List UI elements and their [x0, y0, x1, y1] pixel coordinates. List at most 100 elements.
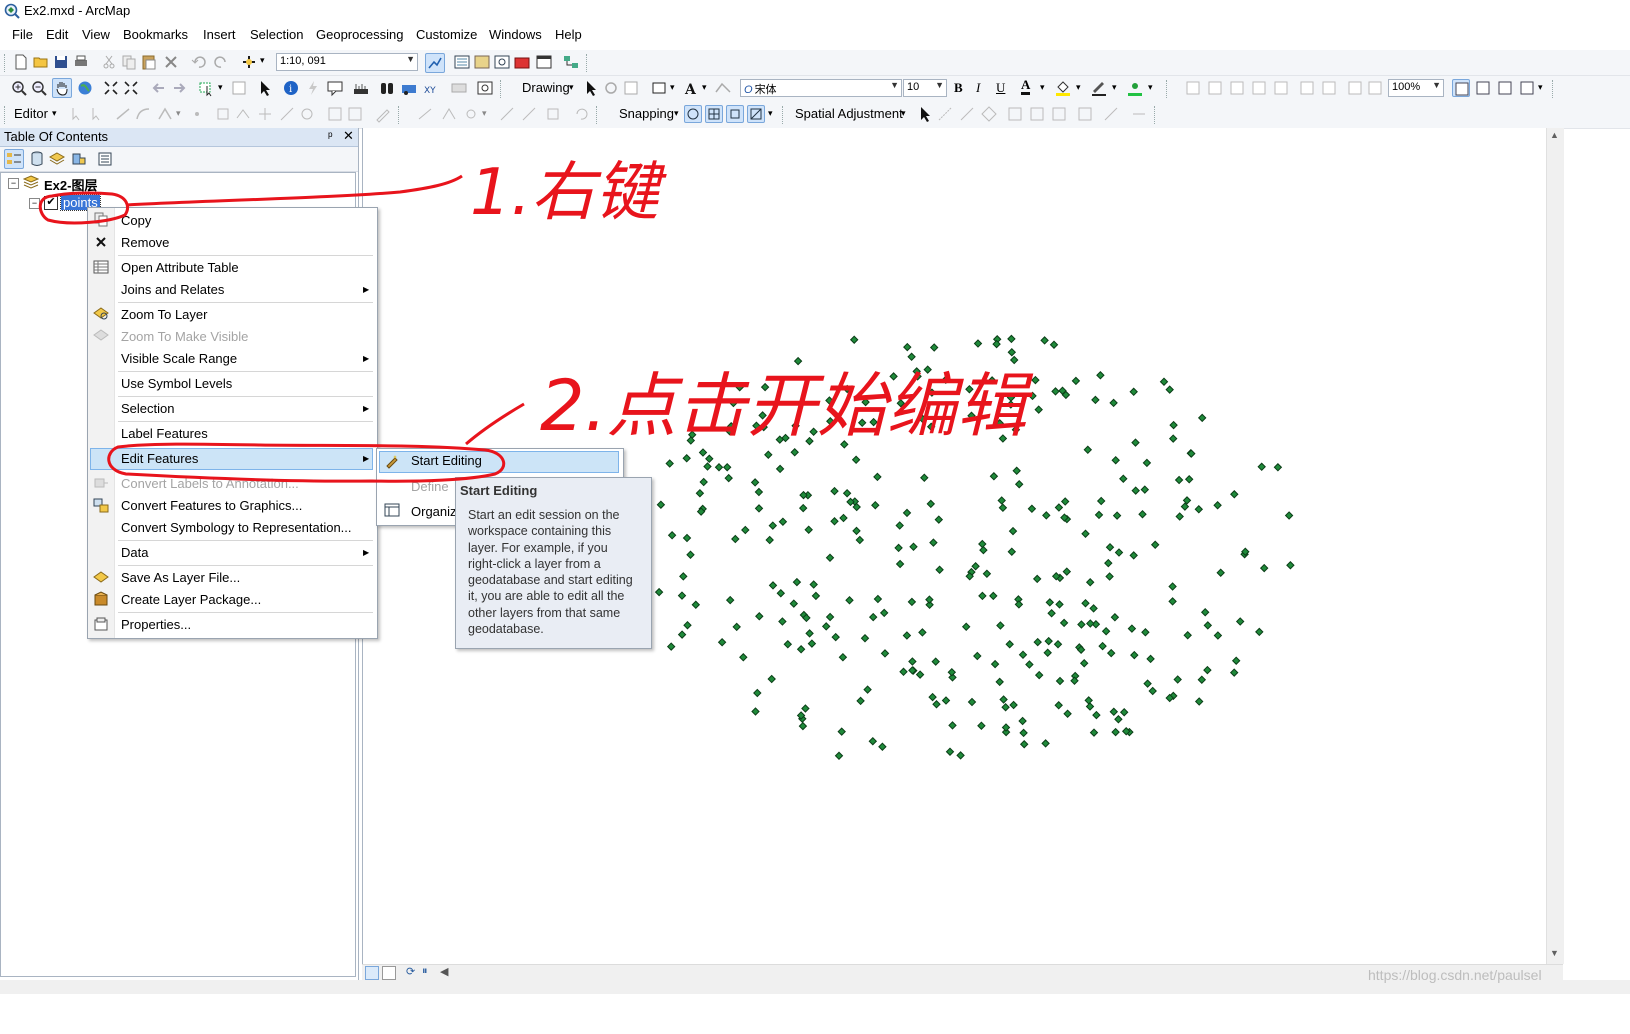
menu-item-use-symbol-levels[interactable]: Use Symbol Levels — [121, 376, 232, 391]
menu-item-save-as-layer-file[interactable]: Save As Layer File... — [121, 570, 240, 585]
measure-button[interactable] — [352, 79, 370, 97]
toggle-draft-mode-button[interactable] — [1452, 79, 1470, 97]
attributes-button[interactable] — [326, 105, 344, 123]
layout-view-button[interactable] — [382, 966, 396, 980]
list-by-source-button[interactable] — [28, 150, 46, 168]
change-layout-button[interactable] — [1496, 79, 1514, 97]
chevron-down-icon[interactable]: ▾ — [569, 82, 574, 93]
zoom-in-button[interactable] — [10, 79, 28, 97]
endpoint-arc-button[interactable] — [134, 105, 152, 123]
chevron-down-icon[interactable]: ▾ — [1112, 82, 1117, 93]
edge-match-button[interactable] — [1130, 105, 1148, 123]
collapse-layer-toggle[interactable]: − — [29, 198, 40, 209]
chevron-down-icon[interactable]: ▾ — [674, 108, 679, 119]
topology-edit-button[interactable] — [416, 105, 434, 123]
map-scale-combo[interactable]: 1:10, 091 ▼ — [276, 53, 418, 71]
chevron-down-icon[interactable]: ▾ — [1538, 82, 1543, 93]
bold-button[interactable]: B — [954, 80, 963, 96]
rectangle-tool-button[interactable] — [650, 79, 668, 97]
new-displacement-link-button[interactable] — [936, 105, 954, 123]
font-name-combo[interactable]: O 宋体 ▼ — [740, 79, 902, 97]
menu-geoprocessing[interactable]: Geoprocessing — [316, 27, 403, 42]
save-button[interactable] — [52, 53, 70, 71]
select-features-button[interactable] — [198, 79, 216, 97]
chevron-down-icon[interactable]: ▾ — [702, 82, 707, 93]
options-button[interactable] — [96, 150, 114, 168]
shared-features-button[interactable] — [462, 105, 480, 123]
submenu-organize-templates[interactable]: Organiz — [411, 504, 457, 519]
pin-icon[interactable]: ᵖ — [328, 129, 333, 143]
select-elements-button[interactable] — [256, 79, 274, 97]
toolbar-grip[interactable] — [398, 106, 402, 124]
chevron-down-icon[interactable]: ▾ — [670, 82, 675, 93]
chevron-down-icon[interactable]: ▾ — [52, 108, 57, 119]
toolbar-grip[interactable] — [500, 80, 504, 98]
chevron-down-icon[interactable]: ▾ — [768, 108, 773, 119]
redo-button[interactable] — [212, 53, 230, 71]
edge-snapping-button[interactable] — [747, 105, 765, 123]
line-color-button[interactable] — [1090, 79, 1108, 97]
back-extent-button[interactable] — [150, 79, 168, 97]
vertex-snapping-button[interactable] — [726, 105, 744, 123]
split-tool-button[interactable] — [278, 105, 296, 123]
spatial-select-button[interactable] — [916, 105, 934, 123]
toolbar-grip[interactable] — [586, 54, 590, 72]
point-button[interactable] — [188, 105, 206, 123]
edit-vertices-editor-button[interactable] — [214, 105, 232, 123]
time-slider-button[interactable] — [450, 79, 468, 97]
multiple-displacement-links-button[interactable] — [980, 105, 998, 123]
layout-pan-button[interactable] — [1228, 79, 1246, 97]
next-extent-layout-button[interactable] — [1366, 79, 1384, 97]
scroll-up-arrow-icon[interactable]: ▲ — [1550, 130, 1559, 140]
zoom-out-button[interactable] — [30, 79, 48, 97]
paste-button[interactable] — [140, 53, 158, 71]
menu-windows[interactable]: Windows — [489, 27, 542, 42]
chevron-down-icon[interactable]: ▾ — [1040, 82, 1045, 93]
scroll-down-arrow-icon[interactable]: ▼ — [1550, 948, 1559, 958]
editor-menu[interactable]: Editor — [14, 106, 48, 121]
fixed-zoom-in-layout-button[interactable] — [1272, 79, 1290, 97]
fixed-zoom-in-button[interactable] — [102, 79, 120, 97]
chevron-down-icon[interactable]: ▾ — [1148, 82, 1153, 93]
go-to-xy-button[interactable]: XY — [422, 79, 440, 97]
undo-button[interactable] — [190, 53, 208, 71]
toolbar-grip[interactable] — [4, 106, 8, 124]
toc-window-button[interactable] — [453, 53, 471, 71]
hyperlink-button[interactable] — [304, 79, 322, 97]
menu-file[interactable]: File — [12, 27, 33, 42]
new-document-button[interactable] — [12, 53, 30, 71]
menu-item-label-features[interactable]: Label Features — [121, 426, 208, 441]
snapping-menu[interactable]: Snapping — [619, 106, 674, 121]
spatial-adjustment-menu[interactable]: Spatial Adjustment — [795, 106, 903, 121]
pan-button[interactable] — [52, 78, 72, 98]
python-window-button[interactable] — [535, 53, 553, 71]
font-size-combo[interactable]: 10 ▼ — [903, 79, 947, 97]
full-extent-button[interactable] — [76, 79, 94, 97]
fill-color-button[interactable] — [1054, 79, 1072, 97]
view-link-table-button[interactable] — [1076, 105, 1094, 123]
html-popup-button[interactable] — [326, 79, 344, 97]
edit-annotation-button[interactable] — [88, 105, 106, 123]
data-driven-pages-button[interactable] — [1518, 79, 1536, 97]
menu-insert[interactable]: Insert — [203, 27, 236, 42]
chevron-down-icon[interactable]: ▾ — [218, 82, 223, 93]
menu-help[interactable]: Help — [555, 27, 582, 42]
submenu-start-editing[interactable]: Start Editing — [411, 453, 482, 468]
refresh-icon[interactable]: ⟳ — [406, 965, 415, 978]
identify-button[interactable]: i — [282, 79, 300, 97]
delete-button[interactable] — [162, 53, 180, 71]
drawing-select-button[interactable] — [582, 79, 600, 97]
chevron-down-icon[interactable]: ▾ — [901, 108, 906, 119]
sketch-properties-button[interactable] — [346, 105, 364, 123]
list-by-selection-button[interactable] — [70, 150, 88, 168]
zoom-100-button[interactable] — [1250, 79, 1268, 97]
arctoolbox-button[interactable] — [513, 53, 531, 71]
topology-select-button[interactable] — [440, 105, 458, 123]
open-button[interactable] — [32, 53, 50, 71]
menu-view[interactable]: View — [82, 27, 110, 42]
validate-topology-button[interactable] — [498, 105, 516, 123]
straight-segment-button[interactable] — [114, 105, 132, 123]
modify-link-button[interactable] — [958, 105, 976, 123]
menu-edit[interactable]: Edit — [46, 27, 68, 42]
menu-item-convert-symbology[interactable]: Convert Symbology to Representation... — [121, 520, 352, 535]
